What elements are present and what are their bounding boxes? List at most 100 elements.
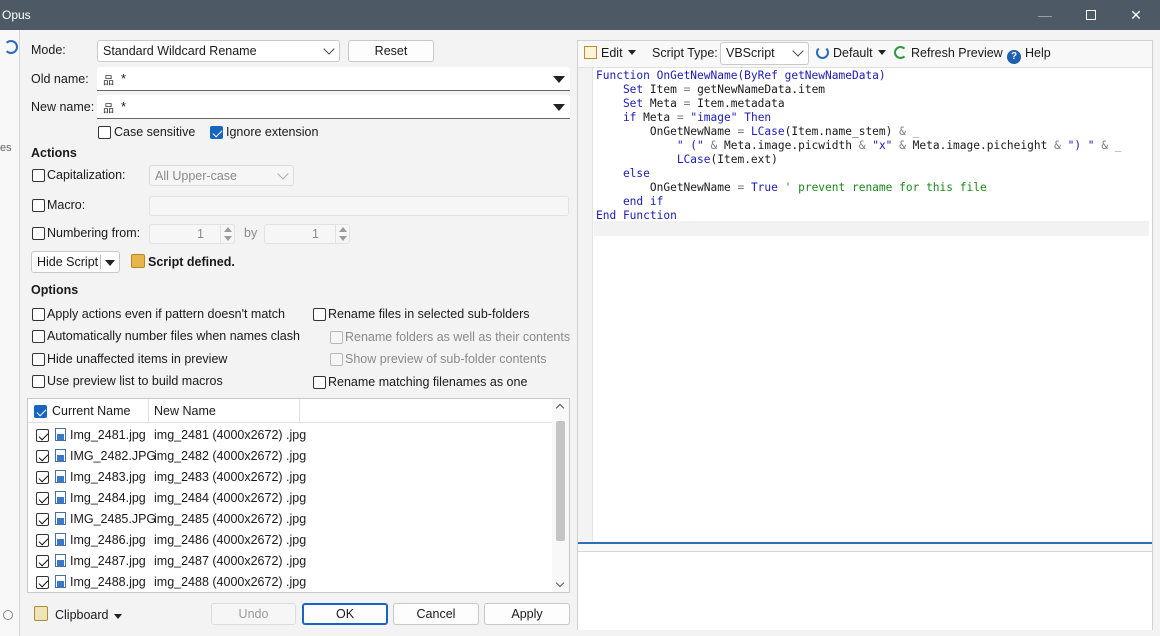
row-checkbox[interactable] bbox=[36, 576, 49, 589]
scroll-thumb[interactable] bbox=[556, 421, 565, 541]
maximize-button[interactable] bbox=[1068, 0, 1114, 30]
spinner-arrows[interactable] bbox=[335, 225, 349, 243]
minimize-button[interactable]: — bbox=[1022, 0, 1068, 30]
undo-button[interactable]: Undo bbox=[211, 603, 296, 625]
table-row[interactable]: Img_2483.jpg img_2483 (4000x2672) .jpg bbox=[28, 467, 550, 488]
refresh-icon bbox=[894, 46, 907, 59]
actions-heading: Actions bbox=[31, 146, 77, 160]
macro-label: Macro: bbox=[47, 198, 86, 212]
show-preview-sub-checkbox[interactable] bbox=[330, 353, 343, 366]
scroll-up-icon[interactable] bbox=[555, 403, 565, 413]
column-separator[interactable] bbox=[148, 399, 149, 423]
capitalization-dropdown[interactable]: All Upper-case bbox=[149, 165, 294, 186]
auto-number-checkbox[interactable] bbox=[32, 330, 45, 343]
rename-matching-label: Rename matching filenames as one bbox=[328, 375, 528, 389]
code-token: " (" bbox=[596, 139, 711, 152]
table-row[interactable]: Img_2488.jpg img_2488 (4000x2672) .jpg bbox=[28, 572, 550, 593]
reset-button[interactable]: Reset bbox=[348, 40, 434, 62]
column-new-name[interactable]: New Name bbox=[154, 404, 216, 418]
edit-menu[interactable]: Edit bbox=[584, 46, 636, 60]
macro-input[interactable] bbox=[149, 196, 569, 216]
dropdown-triangle-icon[interactable] bbox=[114, 614, 122, 619]
close-button[interactable]: ✕ bbox=[1113, 0, 1159, 30]
table-row[interactable]: Img_2486.jpg img_2486 (4000x2672) .jpg bbox=[28, 530, 550, 551]
table-row[interactable]: IMG_2482.JPG img_2482 (4000x2672) .jpg bbox=[28, 446, 550, 467]
old-name-input[interactable]: 品 * bbox=[97, 67, 570, 91]
default-menu[interactable]: Default bbox=[816, 46, 886, 60]
dropdown-triangle-icon[interactable] bbox=[553, 104, 565, 111]
dropdown-triangle-icon bbox=[877, 50, 886, 55]
image-file-icon bbox=[55, 470, 66, 483]
maximize-icon bbox=[1086, 10, 1096, 20]
script-type-dropdown[interactable]: VBScript bbox=[720, 42, 809, 65]
code-token: ' prevent rename for this file bbox=[784, 181, 987, 194]
strip-text: es bbox=[0, 142, 12, 154]
row-checkbox[interactable] bbox=[36, 534, 49, 547]
code-line: OnGetNewName = True ' prevent rename for… bbox=[596, 181, 1121, 195]
window-title: Opus bbox=[2, 8, 31, 22]
ignore-extension-checkbox[interactable] bbox=[210, 126, 223, 139]
code-line: Set Item = getNewNameData.item bbox=[596, 83, 1121, 97]
table-row[interactable]: Img_2484.jpg img_2484 (4000x2672) .jpg bbox=[28, 488, 550, 509]
vertical-scrollbar[interactable] bbox=[552, 399, 569, 592]
code-token: ") " bbox=[1067, 139, 1102, 152]
numbering-from-spinner[interactable]: 1 bbox=[149, 224, 235, 244]
current-name-cell: IMG_2485.JPG bbox=[70, 512, 157, 526]
spinner-arrows[interactable] bbox=[220, 225, 234, 243]
row-checkbox[interactable] bbox=[36, 513, 49, 526]
ok-button[interactable]: OK bbox=[302, 603, 388, 625]
case-sensitive-checkbox[interactable] bbox=[98, 126, 111, 139]
chevron-down-icon bbox=[277, 168, 289, 180]
cancel-button[interactable]: Cancel bbox=[393, 603, 479, 625]
row-checkbox[interactable] bbox=[36, 492, 49, 505]
row-checkbox[interactable] bbox=[36, 429, 49, 442]
use-preview-checkbox[interactable] bbox=[32, 375, 45, 388]
hide-script-button[interactable]: Hide Script bbox=[31, 251, 120, 273]
new-name-input[interactable]: 品 * bbox=[97, 95, 570, 119]
macro-checkbox[interactable] bbox=[32, 199, 45, 212]
column-separator[interactable] bbox=[299, 399, 300, 423]
clipboard-button[interactable]: Clipboard bbox=[55, 608, 109, 622]
column-current-name[interactable]: Current Name bbox=[52, 404, 131, 418]
background-window-strip: es bbox=[0, 30, 20, 636]
refresh-preview-button[interactable]: Refresh Preview bbox=[894, 46, 1003, 60]
row-checkbox[interactable] bbox=[36, 450, 49, 463]
code-token: Meta.image.picwidth bbox=[724, 139, 859, 152]
apply-actions-checkbox[interactable] bbox=[32, 308, 45, 321]
capitalization-checkbox[interactable] bbox=[32, 169, 45, 182]
file-preview-list[interactable]: Current Name New Name Img_2481.jpg img_24… bbox=[27, 398, 570, 593]
row-checkbox[interactable] bbox=[36, 555, 49, 568]
help-button[interactable]: ? Help bbox=[1007, 46, 1051, 64]
code-line: end if bbox=[596, 195, 1121, 209]
code-token: Item bbox=[649, 83, 684, 96]
arrow-up-icon bbox=[339, 227, 347, 232]
script-editor[interactable]: Function OnGetNewName(ByRef getNewNameDa… bbox=[578, 67, 1152, 541]
scroll-down-icon[interactable] bbox=[555, 578, 565, 588]
table-row[interactable]: Img_2481.jpg img_2481 (4000x2672) .jpg bbox=[28, 425, 550, 446]
script-type-label: Script Type: bbox=[652, 46, 718, 60]
mode-dropdown[interactable]: Standard Wildcard Rename bbox=[97, 40, 340, 62]
row-checkbox[interactable] bbox=[36, 471, 49, 484]
pane-splitter[interactable] bbox=[578, 542, 1152, 544]
script-defined-label: Script defined. bbox=[148, 255, 235, 269]
rename-subfolders-checkbox[interactable] bbox=[313, 308, 326, 321]
numbering-checkbox[interactable] bbox=[32, 227, 45, 240]
table-row[interactable]: IMG_2485.JPG img_2485 (4000x2672) .jpg bbox=[28, 509, 550, 530]
current-line-highlight bbox=[594, 221, 1149, 236]
code-token: Meta bbox=[649, 97, 684, 110]
select-all-checkbox[interactable] bbox=[34, 405, 47, 418]
code-line: Function OnGetNewName(ByRef getNewNameDa… bbox=[596, 69, 1121, 83]
default-label: Default bbox=[833, 46, 873, 60]
code-line: LCase(Item.ext) bbox=[596, 153, 1121, 167]
arrow-down-icon bbox=[224, 236, 232, 241]
chevron-down-icon bbox=[323, 43, 335, 55]
rename-matching-checkbox[interactable] bbox=[313, 376, 326, 389]
hide-unaffected-checkbox[interactable] bbox=[32, 353, 45, 366]
rename-folders-checkbox[interactable] bbox=[330, 331, 343, 344]
numbering-by-spinner[interactable]: 1 bbox=[264, 224, 350, 244]
table-row[interactable]: Img_2487.jpg img_2487 (4000x2672) .jpg bbox=[28, 551, 550, 572]
script-code[interactable]: Function OnGetNewName(ByRef getNewNameDa… bbox=[596, 69, 1121, 223]
dropdown-triangle-icon[interactable] bbox=[553, 76, 565, 83]
dropdown-triangle-icon[interactable] bbox=[105, 260, 115, 266]
apply-button[interactable]: Apply bbox=[484, 603, 570, 625]
